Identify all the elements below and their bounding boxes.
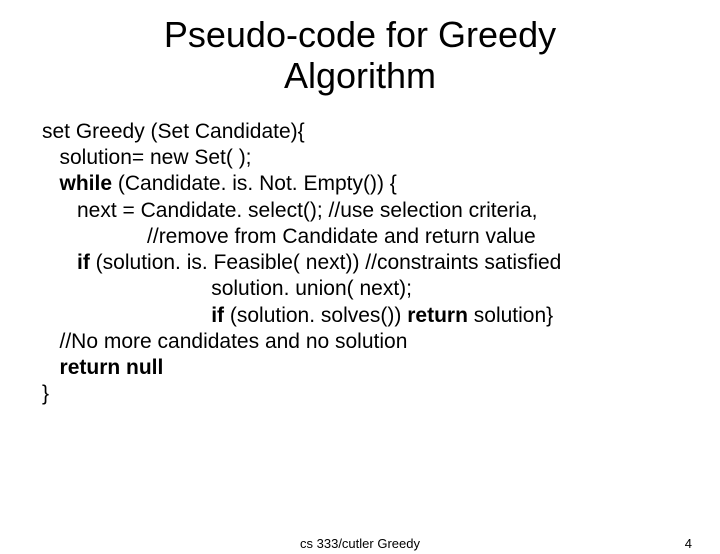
title-line-2: Algorithm xyxy=(284,55,436,96)
code-line: solution= new Set( ); xyxy=(42,145,700,171)
title-line-1: Pseudo-code for Greedy xyxy=(164,14,556,55)
code-line: //No more candidates and no solution xyxy=(42,329,700,355)
keyword-if: if xyxy=(211,304,224,327)
code-line: set Greedy (Set Candidate){ xyxy=(42,119,700,145)
page-number: 4 xyxy=(685,536,692,551)
keyword-return: return xyxy=(407,304,468,327)
code-line: return null xyxy=(42,355,700,381)
keyword-while: while xyxy=(60,172,113,195)
code-line: next = Candidate. select(); //use select… xyxy=(42,198,700,224)
code-line: if (solution. is. Feasible( next)) //con… xyxy=(42,250,700,276)
footer-center-text: cs 333/cutler Greedy xyxy=(300,536,420,551)
code-line: solution. union( next); xyxy=(42,276,700,302)
code-line: } xyxy=(42,381,700,407)
keyword-if: if xyxy=(77,251,90,274)
pseudocode-block: set Greedy (Set Candidate){ solution= ne… xyxy=(42,119,700,408)
code-line: //remove from Candidate and return value xyxy=(42,224,700,250)
code-line: while (Candidate. is. Not. Empty()) { xyxy=(42,171,700,197)
slide-title: Pseudo-code for Greedy Algorithm xyxy=(0,14,720,97)
keyword-return-null: return null xyxy=(60,356,164,379)
code-line: if (solution. solves()) return solution} xyxy=(42,303,700,329)
